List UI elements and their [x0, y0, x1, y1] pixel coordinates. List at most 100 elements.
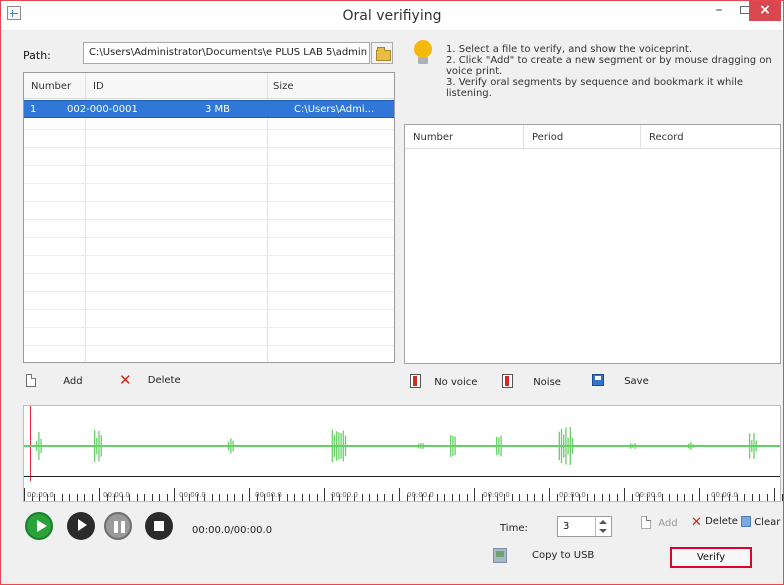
ruler-tick [781, 494, 783, 501]
ruler-tick [669, 494, 670, 501]
small-add-label: Add [658, 518, 678, 529]
ruler-tick [174, 488, 175, 501]
row-size: 3 MB [205, 104, 231, 115]
ruler-tick [631, 494, 633, 501]
pause-button[interactable] [104, 512, 132, 540]
play-button[interactable] [25, 512, 53, 540]
ruler-tick [766, 494, 768, 501]
usb-icon [493, 548, 507, 563]
verify-button[interactable]: Verify [670, 547, 752, 568]
spinner-icon[interactable] [595, 517, 611, 536]
save-icon [592, 374, 604, 386]
row-divider [24, 273, 394, 274]
column-id[interactable]: ID [93, 81, 104, 92]
no-voice-label: No voice [434, 377, 478, 388]
ruler-tick [361, 494, 363, 501]
column-size[interactable]: Size [273, 81, 294, 92]
document-icon [641, 516, 651, 529]
ruler-tick [466, 494, 468, 501]
ruler-tick [676, 494, 678, 501]
ruler-tick [751, 494, 753, 501]
ruler-tick [594, 494, 595, 501]
waveform-panel[interactable]: 00:00.0 00:00.0 00:00.0 00:00.0 00:00.0 00:00… [23, 405, 783, 502]
small-add-button[interactable]: Add [641, 516, 678, 529]
column-number[interactable]: Number [31, 81, 71, 92]
ruler-tick [601, 494, 603, 501]
oral-verifying-window: Oral verifiying – × Path: C:\Users\Admin… [0, 0, 784, 585]
row-id: 002-000-0001 [67, 104, 138, 115]
ruler-label: 00:00.0 [711, 491, 738, 499]
save-button[interactable]: Save [592, 374, 649, 390]
small-delete-label: Delete [705, 516, 738, 527]
save-label: Save [624, 376, 649, 387]
ruler-tick [774, 488, 775, 501]
bulb-shape [414, 40, 432, 58]
ruler-tick [706, 494, 708, 501]
ruler-tick [144, 494, 145, 501]
ruler-tick [241, 494, 243, 501]
row-divider [24, 291, 394, 292]
file-list-table[interactable]: Number ID Size 1 002-000-0001 3 MB C:\Us… [23, 72, 395, 363]
row-divider [24, 147, 394, 148]
waveform-svg [36, 427, 757, 465]
row-divider [24, 237, 394, 238]
small-delete-button[interactable]: ✕ Delete [691, 516, 738, 529]
time-label: Time: [500, 523, 528, 534]
instruction-step-2: 2. Click "Add" to create a new segment o… [446, 55, 772, 77]
instruction-step-1: 1. Select a file to verify, and show the… [446, 44, 693, 55]
segment-table[interactable]: Number Period Record [404, 124, 781, 364]
add-label: Add [63, 376, 83, 387]
row-divider [24, 345, 394, 346]
noise-button[interactable]: Noise [502, 374, 561, 390]
ruler-tick [691, 494, 693, 501]
ruler-tick [451, 494, 453, 501]
path-field[interactable]: C:\Users\Administrator\Documents\e PLUS … [83, 42, 370, 64]
ruler-tick [151, 494, 153, 501]
ruler-label: 00:00.0 [407, 491, 434, 499]
ruler-tick [309, 494, 310, 501]
delete-segment-button[interactable]: ✕ Delete [119, 373, 181, 390]
title-bar: Oral verifiying – × [1, 1, 783, 31]
ruler-tick [474, 488, 475, 501]
segment-column-period[interactable]: Period [532, 132, 563, 143]
copy-to-usb-button[interactable]: Copy to USB [532, 550, 594, 561]
no-voice-button[interactable]: No voice [410, 374, 477, 390]
table-row[interactable]: 1 002-000-0001 3 MB C:\Users\Admi... [24, 100, 394, 118]
ruler-tick [684, 494, 685, 501]
segment-column-record[interactable]: Record [649, 132, 684, 143]
ruler-tick [54, 494, 55, 501]
ruler-tick [369, 494, 370, 501]
add-segment-button[interactable]: Add [26, 374, 83, 390]
ruler-tick [136, 494, 138, 501]
ruler-tick [436, 494, 438, 501]
segment-column-number[interactable]: Number [413, 132, 453, 143]
close-button[interactable]: × [749, 1, 781, 21]
clear-button[interactable]: Clear [741, 516, 780, 528]
ruler-label: 00:00.0 [27, 491, 54, 499]
ruler-tick [391, 494, 393, 501]
ruler-label: 00:00.0 [635, 491, 662, 499]
ruler-label: 00:00.0 [331, 491, 358, 499]
ruler-tick [294, 494, 295, 501]
play-segment-button[interactable] [67, 512, 95, 540]
ruler-tick [609, 494, 610, 501]
lightbulb-icon [412, 40, 432, 70]
delete-label: Delete [147, 375, 181, 386]
ruler-tick [376, 494, 378, 501]
ruler-tick [91, 494, 93, 501]
recycle-bin-icon [741, 516, 751, 527]
row-divider [24, 309, 394, 310]
ruler-label: 00:00.0 [179, 491, 206, 499]
ruler-tick [301, 494, 303, 501]
browse-folder-button[interactable] [371, 42, 393, 64]
ruler-tick [616, 494, 618, 501]
ruler-tick [286, 494, 288, 501]
ruler-tick [519, 494, 520, 501]
ruler-tick [166, 494, 168, 501]
time-stepper[interactable]: 3 [557, 516, 612, 537]
stop-button[interactable] [145, 512, 173, 540]
minimize-button[interactable]: – [705, 1, 733, 21]
delete-icon: ✕ [691, 515, 702, 530]
instruction-step-3: 3. Verify oral segments by sequence and … [446, 77, 744, 99]
ruler-tick [76, 494, 78, 501]
